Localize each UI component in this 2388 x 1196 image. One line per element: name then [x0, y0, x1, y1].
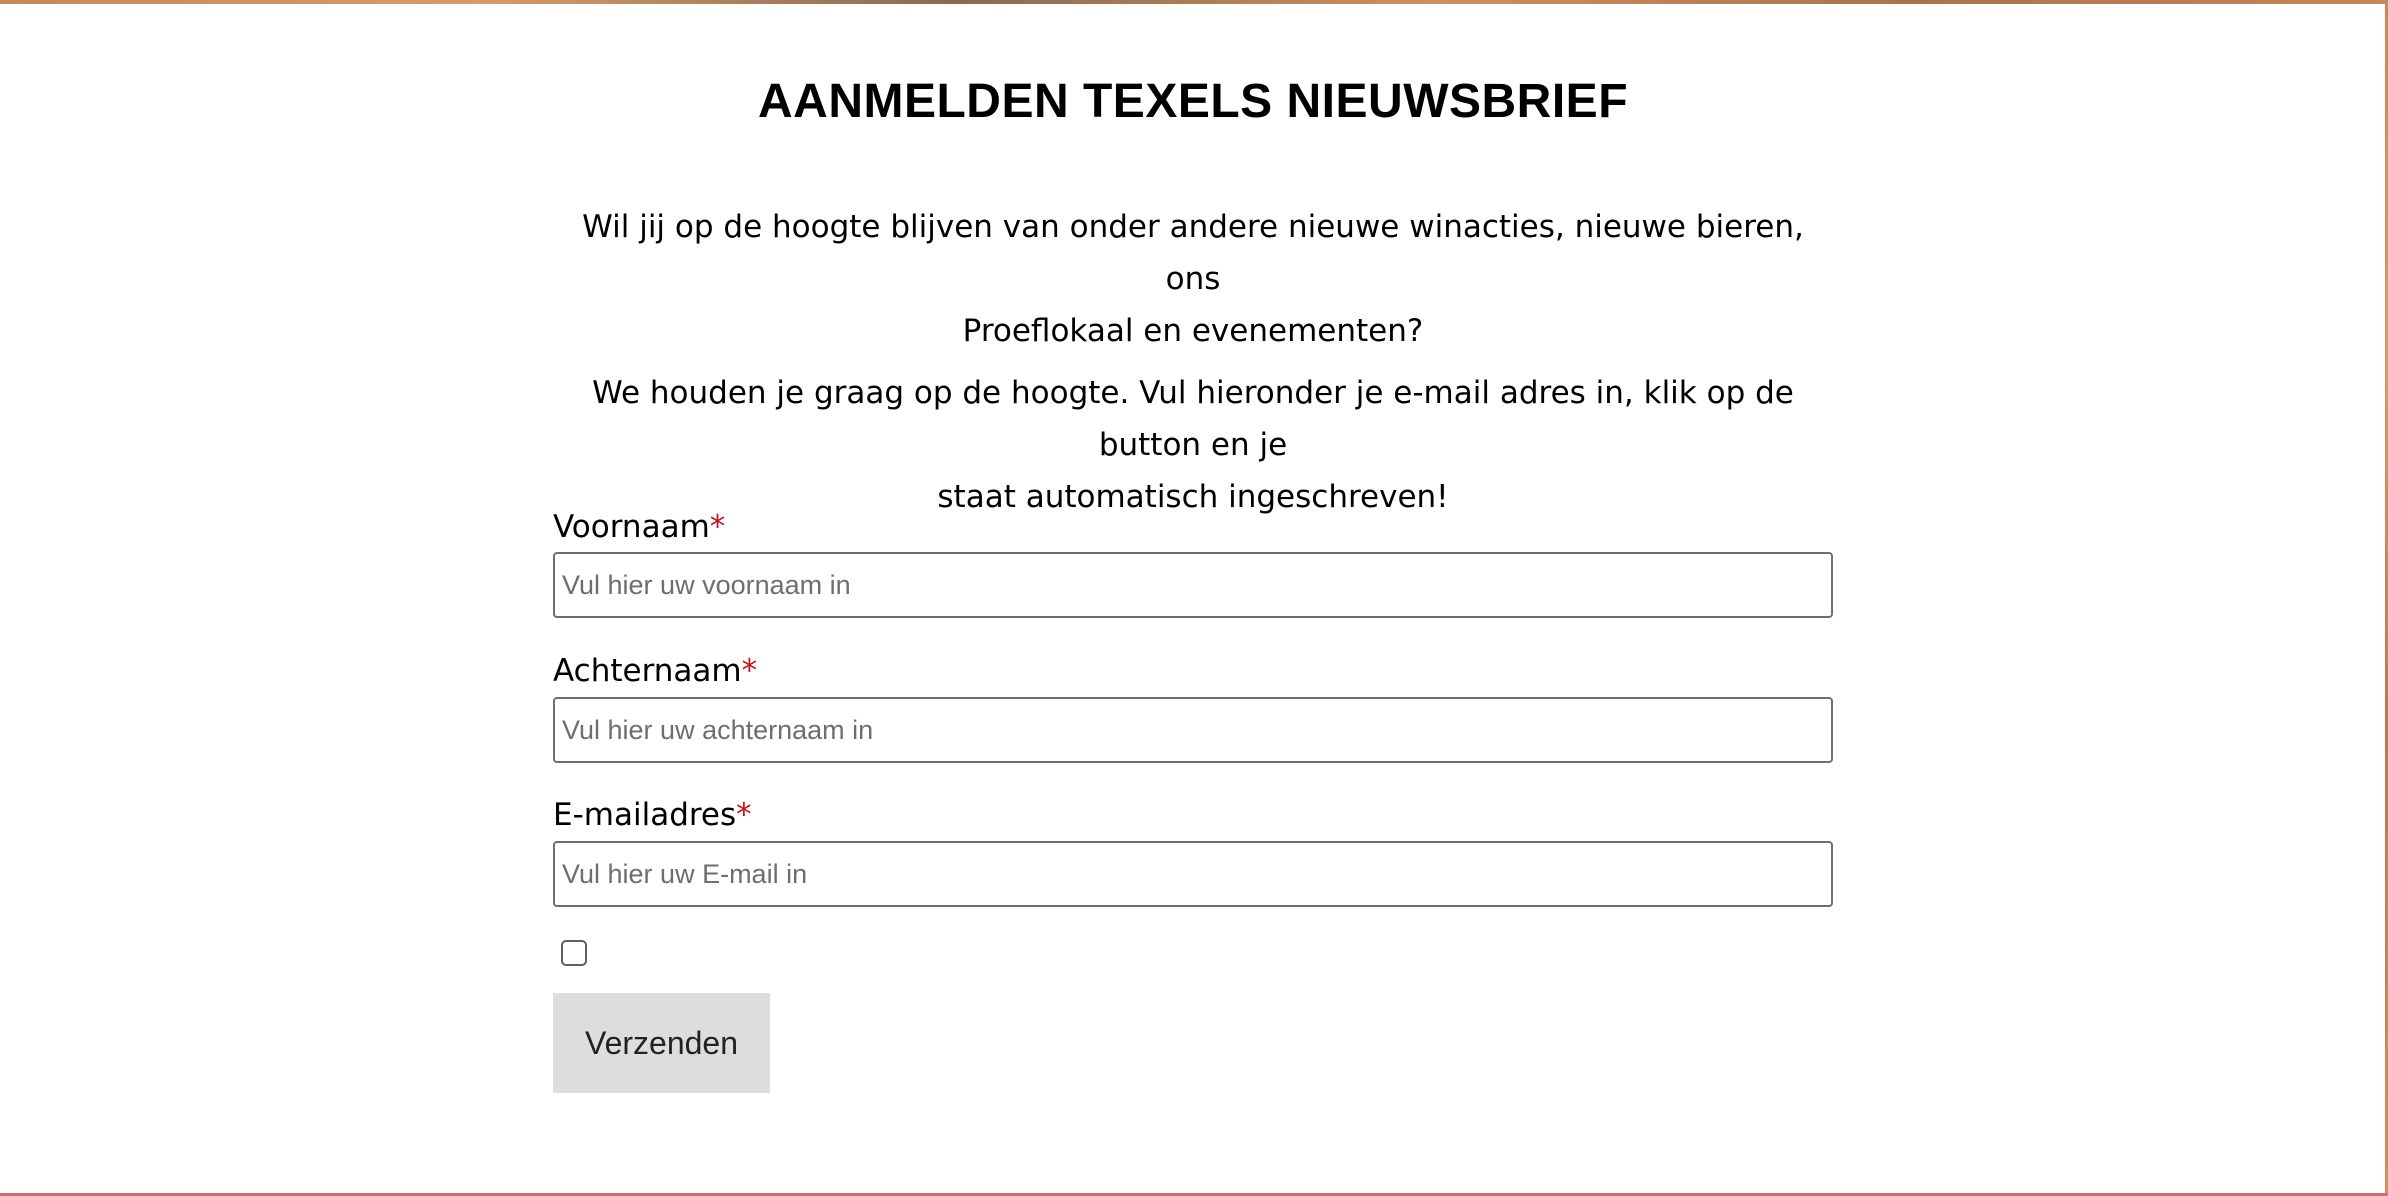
intro-paragraph-1-line-1: Wil jij op de hoogte blijven van onder a…	[582, 209, 1804, 297]
first-name-label-text: Voornaam	[553, 509, 710, 545]
first-name-input[interactable]	[553, 552, 1833, 618]
required-star: *	[709, 509, 726, 545]
required-star: *	[741, 653, 758, 689]
email-input[interactable]	[553, 841, 1833, 907]
last-name-input[interactable]	[553, 697, 1833, 763]
first-name-label: Voornaam*	[553, 507, 725, 547]
submit-button[interactable]: Verzenden	[553, 993, 770, 1093]
last-name-label-text: Achternaam	[553, 653, 742, 689]
consent-checkbox[interactable]	[561, 940, 587, 966]
intro-paragraph-2-line-2: staat automatisch ingeschreven!	[937, 479, 1449, 515]
email-label: E-mailadres*	[553, 795, 752, 835]
intro-paragraph-2: We houden je graag op de hoogte. Vul hie…	[553, 367, 1833, 523]
intro-paragraph-2-line-1: We houden je graag op de hoogte. Vul hie…	[592, 375, 1794, 463]
top-decorative-strip	[0, 0, 2388, 4]
required-star: *	[736, 797, 752, 833]
intro-paragraph-1: Wil jij op de hoogte blijven van onder a…	[553, 201, 1833, 357]
page-title: AANMELDEN TEXELS NIEUWSBRIEF	[757, 75, 1629, 128]
last-name-label: Achternaam*	[553, 651, 757, 691]
intro-paragraph-1-line-2: Proeflokaal en evenementen?	[962, 313, 1424, 349]
email-label-text: E-mailadres	[553, 797, 737, 833]
